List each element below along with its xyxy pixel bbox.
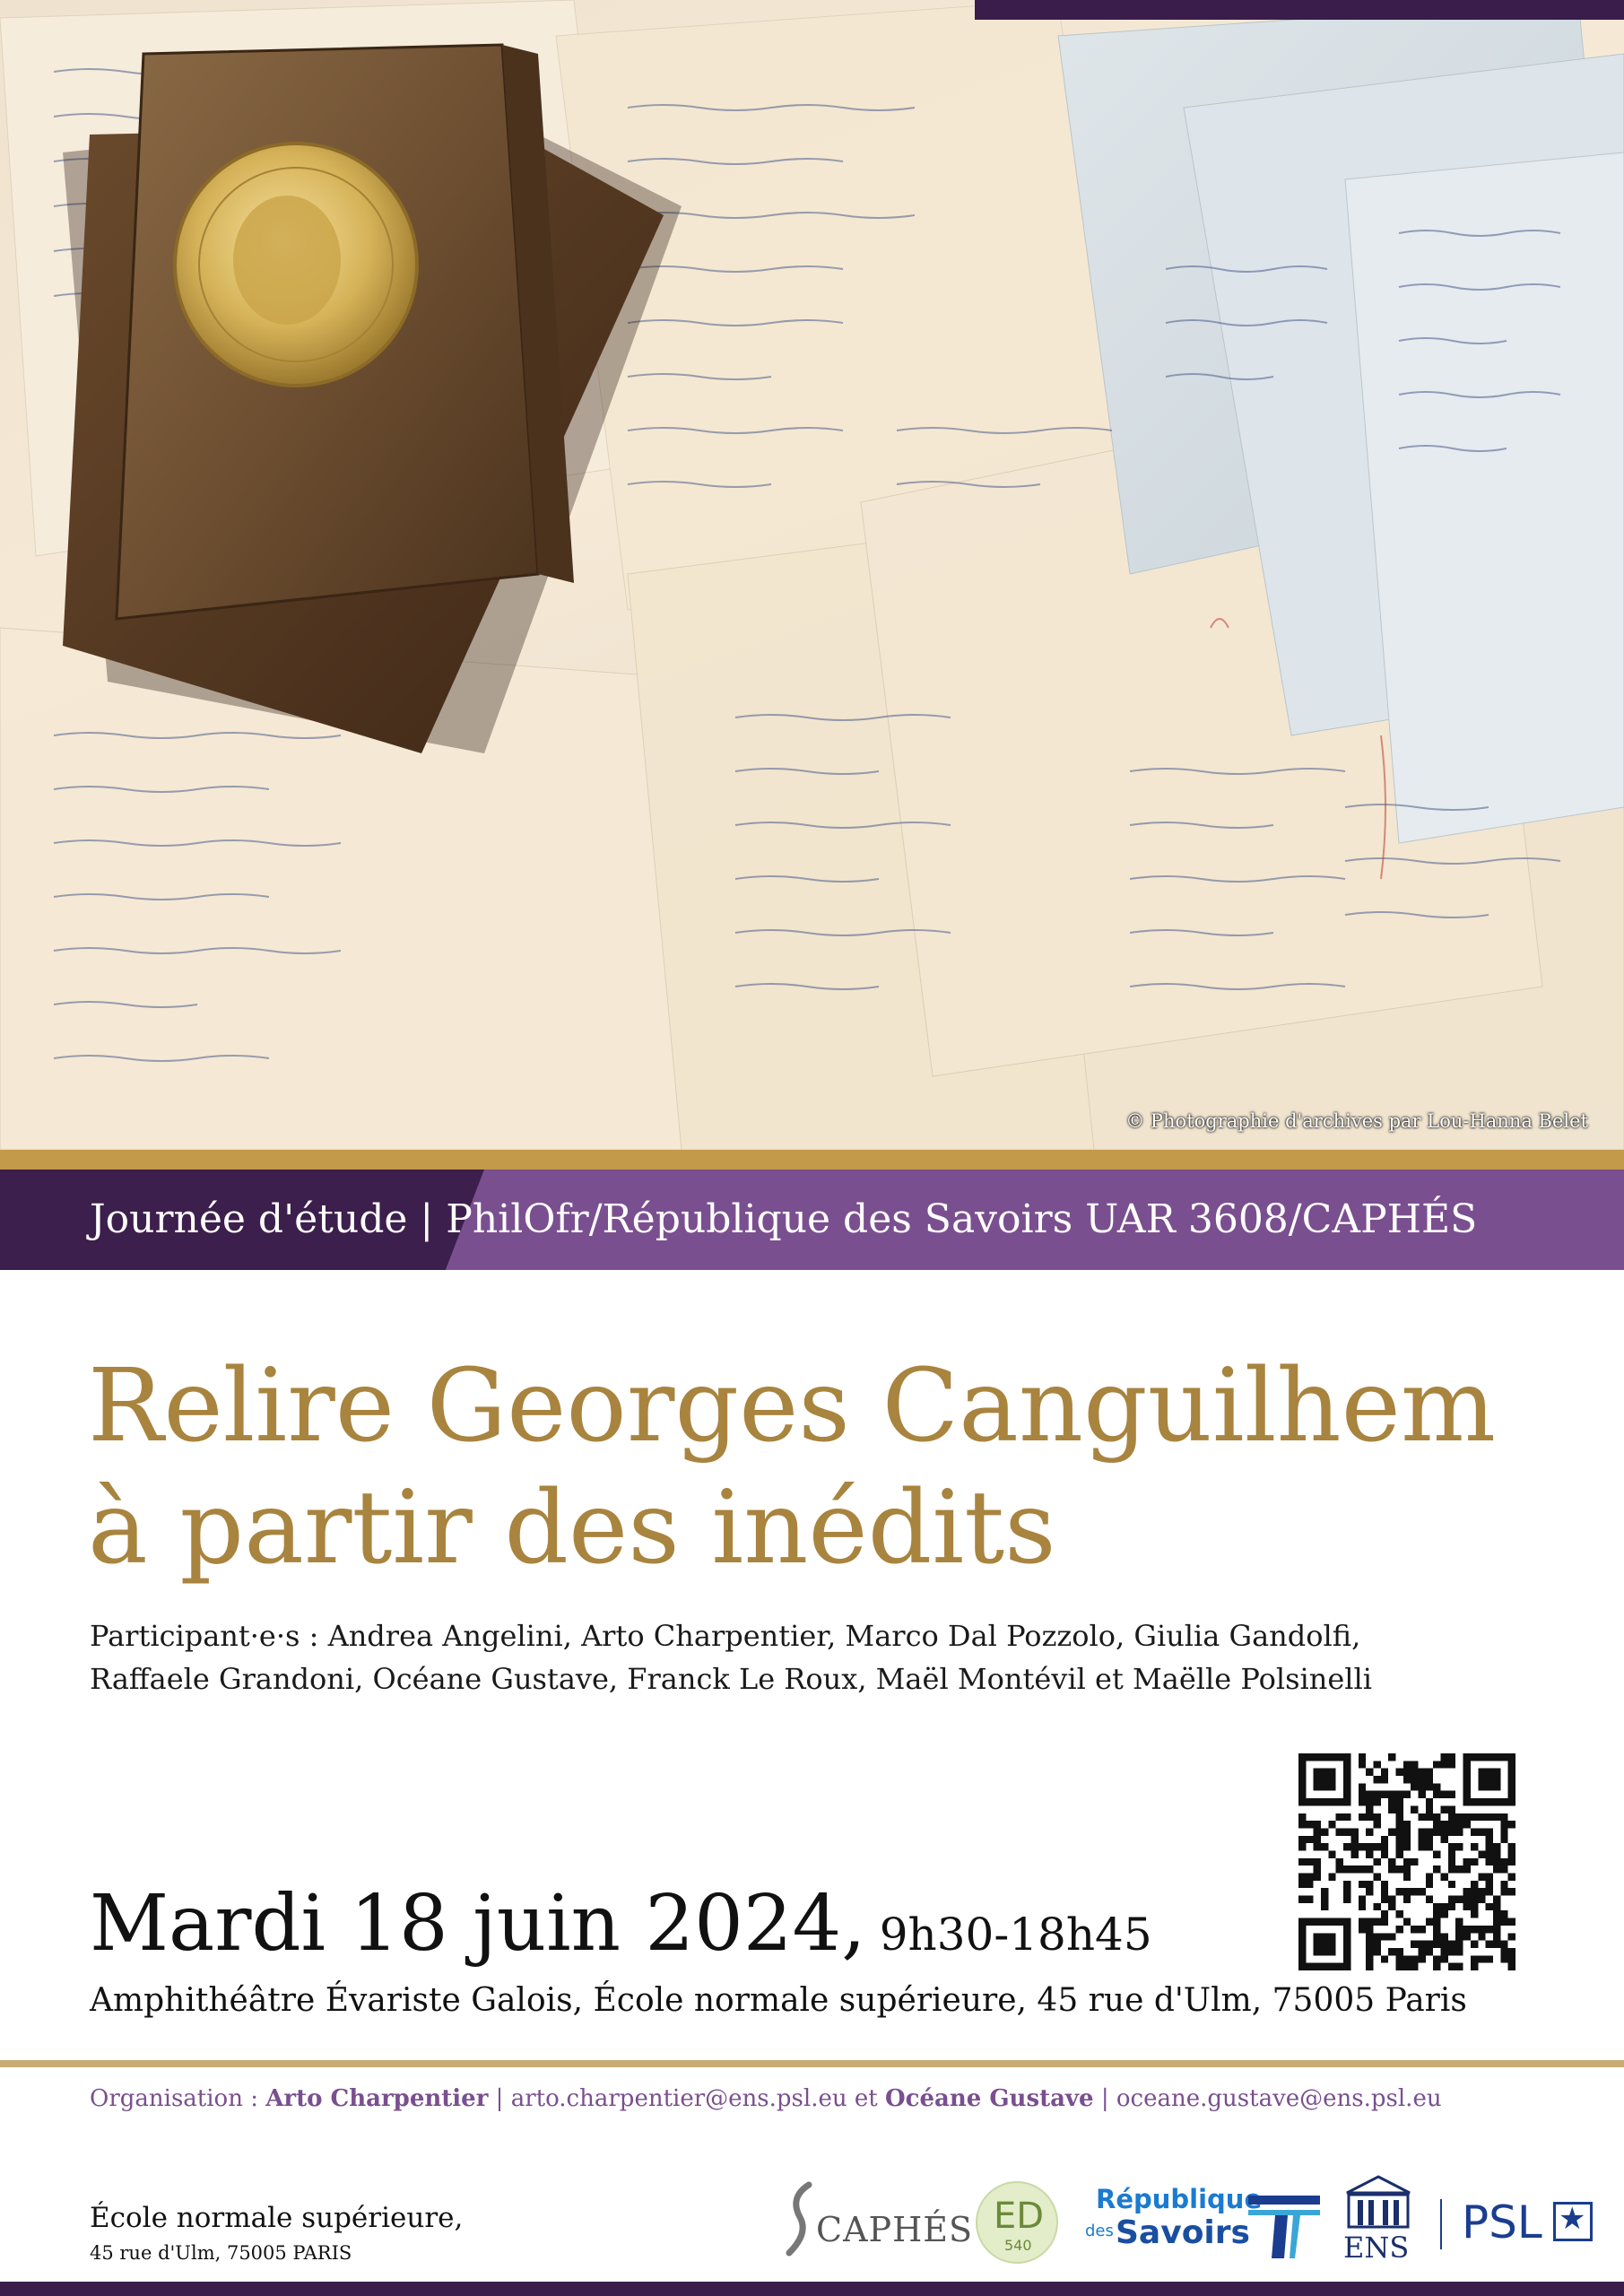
caphes-logo-text: CAPHÉS: [816, 2210, 973, 2249]
rds-logo-line1: République: [1096, 2184, 1263, 2214]
organiser-1-email[interactable]: arto.charpentier@ens.psl.eu: [511, 2085, 847, 2112]
bottom-accent-bar: [0, 2282, 1624, 2296]
republique-des-savoirs-logo: République des Savoirs: [1085, 2184, 1262, 2265]
separator: |: [488, 2085, 511, 2112]
ed540-logo: ED 540: [976, 2181, 1058, 2264]
gold-divider: [0, 2060, 1624, 2067]
organiser-2-email[interactable]: oceane.gustave@ens.psl.eu: [1116, 2085, 1442, 2112]
organiser-2: Océane Gustave: [884, 2085, 1094, 2112]
title-line-2: à partir des inédits: [88, 1470, 1056, 1587]
footer-address: 45 rue d'Ulm, 75005 PARIS: [90, 2242, 352, 2264]
logo-separator: [1440, 2199, 1442, 2249]
psl-logo: PSL ★: [1462, 2193, 1596, 2256]
conjunction: et: [847, 2085, 885, 2112]
t-mark-icon: [1248, 2196, 1320, 2258]
caphes-mark-icon: [786, 2181, 812, 2257]
psl-logo-text: PSL: [1462, 2196, 1542, 2248]
participants: Participant·e·s : Andrea Angelini, Arto …: [90, 1614, 1524, 1700]
page-title: Relire Georges Canguilhem à partir des i…: [88, 1345, 1612, 1589]
organisation-line: Organisation : Arto Charpentier | arto.c…: [90, 2085, 1442, 2112]
ed-logo-letters: ED: [994, 2196, 1045, 2237]
ed-logo-number: 540: [1004, 2237, 1032, 2254]
rds-logo-line2: des: [1085, 2222, 1114, 2240]
organisation-label: Organisation :: [90, 2085, 266, 2112]
t-mark-logo: [1248, 2188, 1320, 2260]
ens-building-icon: [1346, 2175, 1411, 2229]
archive-photo-illustration: [0, 0, 1624, 1150]
event-date: Mardi 18 juin 2024,: [90, 1879, 866, 1969]
event-time: 9h30-18h45: [879, 1909, 1152, 1961]
top-accent-bar: [975, 0, 1624, 20]
event-date-line: Mardi 18 juin 2024, 9h30-18h45: [90, 1879, 1152, 1969]
event-venue: Amphithéâtre Évariste Galois, École norm…: [90, 1982, 1467, 2019]
event-type-banner: Journée d'étude | PhilOfr/République des…: [0, 1170, 1624, 1270]
qr-code-icon[interactable]: [1298, 1753, 1515, 1970]
rds-logo-line3: Savoirs: [1116, 2214, 1250, 2251]
banner-text: Journée d'étude | PhilOfr/République des…: [90, 1196, 1478, 1242]
organiser-1: Arto Charpentier: [265, 2085, 489, 2112]
participants-line-2: Raffaele Grandoni, Océane Gustave, Franc…: [90, 1662, 1372, 1696]
gold-band: [0, 1150, 1624, 1170]
ens-logo-text: ENS: [1343, 2231, 1410, 2265]
caphes-logo: CAPHÉS: [782, 2179, 972, 2260]
psl-star-icon: ★: [1553, 2201, 1593, 2241]
hero-photo: © Photographie d'archives par Lou-Hanna …: [0, 0, 1624, 1150]
separator: |: [1093, 2085, 1116, 2112]
ens-logo: ENS: [1338, 2175, 1419, 2265]
footer-institution: École normale supérieure,: [90, 2202, 464, 2234]
photo-credit: © Photographie d'archives par Lou-Hanna …: [1125, 1110, 1588, 1132]
title-line-1: Relire Georges Canguilhem: [88, 1348, 1497, 1465]
participants-line-1: Participant·e·s : Andrea Angelini, Arto …: [90, 1619, 1361, 1653]
